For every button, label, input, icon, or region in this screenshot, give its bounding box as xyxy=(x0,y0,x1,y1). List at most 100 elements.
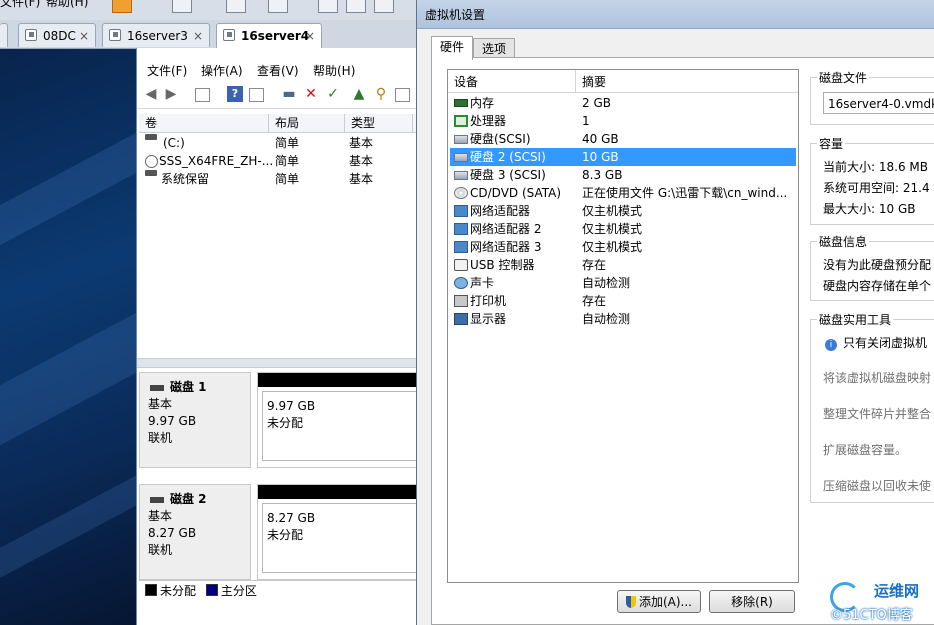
pane-splitter[interactable] xyxy=(137,358,417,368)
menu-view[interactable]: 查看(V) xyxy=(257,62,299,79)
device-row[interactable]: 处理器 1 xyxy=(450,112,796,130)
disk-2-info[interactable]: 磁盘 2 基本 8.27 GB 联机 xyxy=(139,484,251,580)
revert-icon[interactable] xyxy=(226,0,246,13)
check-icon[interactable]: ✓ xyxy=(325,86,341,102)
device-name: 打印机 xyxy=(470,294,507,308)
help-icon[interactable]: ? xyxy=(227,86,243,102)
device-row[interactable]: 硬盘 2 (SCSI) 10 GB xyxy=(450,148,796,166)
disk-status: 联机 xyxy=(148,543,173,557)
properties-icon[interactable] xyxy=(249,88,264,102)
col-summary[interactable]: 摘要 xyxy=(576,70,798,92)
tab-options[interactable]: 选项 xyxy=(473,38,516,59)
volume-type: 基本 xyxy=(349,172,374,186)
legend-unallocated: 未分配 xyxy=(160,584,197,598)
col-type[interactable]: 类型 xyxy=(345,114,413,132)
disk-info-line: 硬盘内容存储在单个 xyxy=(823,279,932,293)
disk-management-window: 文件(F) 操作(A) 查看(V) 帮助(H) ◀ ▶ ? ▬ ✕ ✓ ▲ ⚲ … xyxy=(136,48,417,625)
menu-help[interactable]: 帮助(H) xyxy=(46,0,88,10)
forward-icon[interactable]: ▶ xyxy=(163,86,179,102)
menu-file[interactable]: 文件(F) xyxy=(147,62,187,79)
expand-item[interactable]: 扩展磁盘容量。 xyxy=(823,441,907,458)
volume-type: 基本 xyxy=(349,136,374,150)
close-icon[interactable]: × xyxy=(79,24,89,48)
device-summary: 仅主机模式 xyxy=(582,222,643,236)
disk-file-field[interactable]: 16server4-0.vmdk xyxy=(823,92,934,114)
tab-label: 16server4 xyxy=(241,29,310,43)
device-summary: 8.3 GB xyxy=(582,168,623,182)
device-row[interactable]: 内存 2 GB xyxy=(450,94,796,112)
device-row[interactable]: USB 控制器 存在 xyxy=(450,256,796,274)
close-icon[interactable]: × xyxy=(193,24,203,48)
network-adapter-icon xyxy=(454,205,468,217)
device-row[interactable]: 网络适配器 2 仅主机模式 xyxy=(450,220,796,238)
menu-action[interactable]: 操作(A) xyxy=(201,62,243,79)
device-row[interactable]: 硬盘 3 (SCSI) 8.3 GB xyxy=(450,166,796,184)
delete-icon[interactable]: ✕ xyxy=(303,86,319,102)
volume-row[interactable]: SSS_X64FRE_ZH-... 简单 基本 xyxy=(139,152,417,170)
device-row[interactable]: 网络适配器 仅主机模式 xyxy=(450,202,796,220)
partition-body: 8.27 GB 未分配 xyxy=(262,503,416,573)
dialog-titlebar[interactable]: 虚拟机设置 xyxy=(417,0,934,29)
pause-icon[interactable] xyxy=(112,0,132,13)
volume-layout: 简单 xyxy=(275,154,300,168)
disk-1-partition[interactable]: 9.97 GB 未分配 xyxy=(257,372,417,468)
device-name: 硬盘(SCSI) xyxy=(470,132,531,146)
search-icon[interactable]: ⚲ xyxy=(373,86,389,102)
unity-icon[interactable] xyxy=(346,0,366,13)
col-layout[interactable]: 布局 xyxy=(269,114,345,132)
hardware-tab-panel: 设备 摘要 内存 2 GB 处理器 1 硬盘(SCSI) 40 GB 硬盘 2 (SCSI)… xyxy=(431,57,934,625)
drive-icon xyxy=(145,134,157,140)
fullscreen-icon[interactable] xyxy=(318,0,338,13)
col-volume[interactable]: 卷 xyxy=(139,114,269,132)
remove-button[interactable]: 移除(R) xyxy=(709,590,795,613)
device-row[interactable]: 声卡 自动检测 xyxy=(450,274,796,292)
device-row[interactable]: 打印机 存在 xyxy=(450,292,796,310)
tab-08dc[interactable]: 08DC × xyxy=(18,23,96,47)
console-tree-icon[interactable] xyxy=(195,88,210,102)
add-button[interactable]: 添加(A)... xyxy=(617,590,701,613)
device-summary: 1 xyxy=(582,114,590,128)
col-device[interactable]: 设备 xyxy=(448,70,576,92)
capacity-group: 容量 当前大小: 18.6 MB 系统可用空间: 21.4 最大大小: 10 G… xyxy=(810,135,934,225)
device-row[interactable]: CD/DVD (SATA) 正在使用文件 G:\迅雷下载\cn_wind... xyxy=(450,184,796,202)
disk-1-info[interactable]: 磁盘 1 基本 9.97 GB 联机 xyxy=(139,372,251,468)
tab-label: 08DC xyxy=(43,29,76,43)
manage-icon[interactable] xyxy=(268,0,288,13)
volume-row[interactable]: (C:) 简单 基本 xyxy=(139,134,417,152)
volume-name: (C:) xyxy=(163,136,185,150)
disk-utilities-group: 磁盘实用工具 i 只有关闭虚拟机 将该虚拟机磁盘映射 整理文件碎片并整合 扩展磁盘… xyxy=(810,311,934,503)
up-arrow-icon[interactable]: ▲ xyxy=(351,86,367,102)
tab-16server3[interactable]: 16server3 × xyxy=(102,23,210,47)
partition-body: 9.97 GB 未分配 xyxy=(262,391,416,461)
device-row[interactable]: 硬盘(SCSI) 40 GB xyxy=(450,130,796,148)
disk-mgmt-menubar: 文件(F) 操作(A) 查看(V) 帮助(H) xyxy=(137,58,417,80)
view-icon[interactable] xyxy=(374,0,394,13)
connect-disk-icon[interactable]: ▬ xyxy=(281,86,297,102)
tab-hardware[interactable]: 硬件 xyxy=(431,36,474,60)
volume-row[interactable]: 系统保留 简单 基本 xyxy=(139,170,417,188)
device-name: USB 控制器 xyxy=(470,258,535,272)
list-view-icon[interactable] xyxy=(395,88,410,102)
disk-title: 磁盘 1 xyxy=(148,379,242,396)
device-row[interactable]: 显示器 自动检测 xyxy=(450,310,796,328)
device-row[interactable]: 网络适配器 3 仅主机模式 xyxy=(450,238,796,256)
back-icon[interactable]: ◀ xyxy=(143,86,159,102)
drive-icon xyxy=(145,170,157,176)
cd-icon xyxy=(145,155,158,168)
menu-file[interactable]: 文件(F) xyxy=(0,0,40,10)
map-disk-item[interactable]: 将该虚拟机磁盘映射 xyxy=(823,369,931,386)
add-button-label: 添加(A)... xyxy=(638,595,693,609)
compact-item[interactable]: 压缩磁盘以回收未使 xyxy=(823,477,931,494)
defrag-item[interactable]: 整理文件碎片并整合 xyxy=(823,405,931,422)
menu-help[interactable]: 帮助(H) xyxy=(313,62,355,79)
device-summary: 2 GB xyxy=(582,96,611,110)
partition-state: 未分配 xyxy=(267,528,304,542)
tab-16server4[interactable]: 16server4 × xyxy=(216,23,322,49)
snapshot-icon[interactable] xyxy=(172,0,192,13)
device-summary: 仅主机模式 xyxy=(582,204,643,218)
device-summary: 自动检测 xyxy=(582,276,631,290)
close-icon[interactable]: × xyxy=(305,24,315,48)
tab-partial[interactable] xyxy=(0,23,8,47)
disk-2-partition[interactable]: 8.27 GB 未分配 xyxy=(257,484,417,580)
disk-file-group: 磁盘文件 16server4-0.vmdk xyxy=(810,69,934,125)
